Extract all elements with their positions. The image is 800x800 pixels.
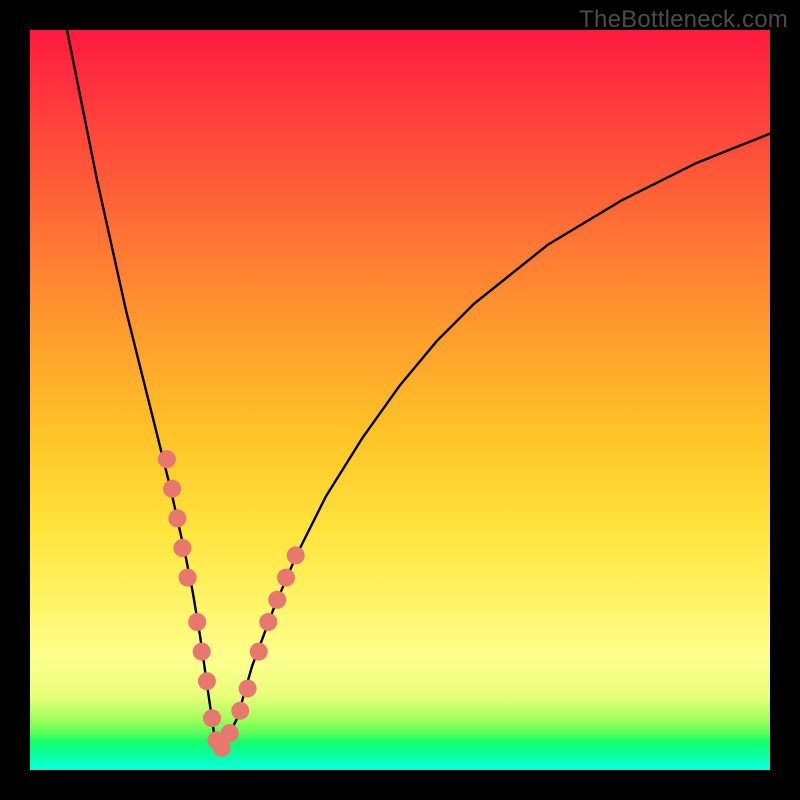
chart-frame: TheBottleneck.com	[0, 0, 800, 800]
curve-marker	[277, 569, 295, 587]
curve-marker	[221, 724, 239, 742]
curve-marker	[163, 480, 181, 498]
curve-marker	[179, 569, 197, 587]
curve-marker	[193, 643, 211, 661]
plot-area	[30, 30, 770, 770]
curve-marker	[173, 539, 191, 557]
curve-marker	[158, 450, 176, 468]
curve-marker	[287, 546, 305, 564]
curve-marker	[203, 709, 221, 727]
curve-marker	[268, 591, 286, 609]
curve-marker	[239, 680, 257, 698]
curve-marker	[168, 509, 186, 527]
bottleneck-curve	[67, 30, 770, 748]
chart-svg	[30, 30, 770, 770]
curve-marker	[198, 672, 216, 690]
curve-marker	[259, 613, 277, 631]
curve-markers	[158, 450, 305, 757]
curve-marker	[188, 613, 206, 631]
curve-marker	[231, 702, 249, 720]
curve-marker	[250, 643, 268, 661]
